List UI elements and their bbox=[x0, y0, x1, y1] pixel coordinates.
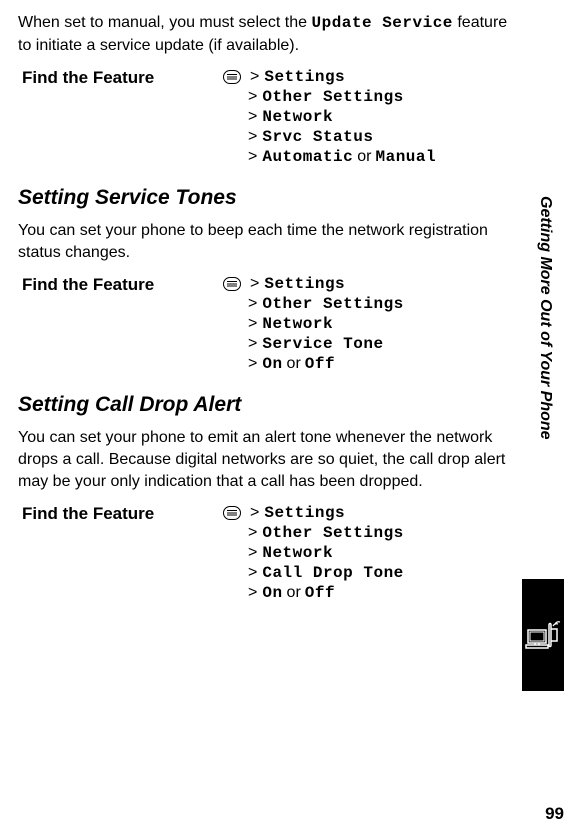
path-item: Manual bbox=[376, 148, 437, 166]
gt-separator: > bbox=[248, 108, 257, 126]
gt-separator: > bbox=[248, 128, 257, 146]
path-item: Automatic bbox=[262, 148, 353, 166]
intro-mono: Update Service bbox=[311, 14, 452, 32]
path-line: > Network bbox=[223, 108, 508, 126]
section-heading-call-drop: Setting Call Drop Alert bbox=[18, 393, 508, 417]
side-chapter-label: Getting More Out of Your Phone bbox=[534, 196, 554, 566]
section-body-call-drop: You can set your phone to emit an alert … bbox=[18, 427, 508, 492]
gt-separator: > bbox=[248, 295, 257, 313]
path-item: Settings bbox=[264, 504, 345, 522]
intro-paragraph: When set to manual, you must select the … bbox=[18, 12, 508, 56]
path-item: On bbox=[262, 355, 282, 373]
feature-block-1: Find the Feature > Settings > Other Sett… bbox=[18, 68, 508, 168]
gt-separator: > bbox=[250, 504, 259, 522]
path-or: or bbox=[287, 584, 301, 602]
intro-text-before: When set to manual, you must select the bbox=[18, 14, 311, 31]
path-line: > Call Drop Tone bbox=[223, 564, 508, 582]
feature-label: Find the Feature bbox=[18, 68, 223, 168]
path-line: > Settings bbox=[223, 275, 508, 293]
path-line: > Other Settings bbox=[223, 88, 508, 106]
path-line: > Other Settings bbox=[223, 295, 508, 313]
path-item: Settings bbox=[264, 275, 345, 293]
path-line: > Network bbox=[223, 315, 508, 333]
path-line: > Automatic or Manual bbox=[223, 148, 508, 166]
path-line: > Srvc Status bbox=[223, 128, 508, 146]
gt-separator: > bbox=[248, 564, 257, 582]
gt-separator: > bbox=[248, 544, 257, 562]
path-or: or bbox=[357, 148, 371, 166]
menu-icon bbox=[223, 277, 241, 291]
path-item: Network bbox=[262, 108, 333, 126]
menu-icon bbox=[223, 506, 241, 520]
section-body-service-tones: You can set your phone to beep each time… bbox=[18, 220, 508, 263]
computer-phone-icon bbox=[525, 617, 561, 653]
gt-separator: > bbox=[250, 275, 259, 293]
path-item: Call Drop Tone bbox=[262, 564, 403, 582]
feature-block-2: Find the Feature > Settings > Other Sett… bbox=[18, 275, 508, 375]
feature-label: Find the Feature bbox=[18, 275, 223, 375]
path-line: > On or Off bbox=[223, 584, 508, 602]
menu-icon bbox=[223, 70, 241, 84]
feature-path-1: > Settings > Other Settings > Network > … bbox=[223, 68, 508, 168]
section-heading-service-tones: Setting Service Tones bbox=[18, 186, 508, 210]
path-line: > Settings bbox=[223, 68, 508, 86]
path-line: > Service Tone bbox=[223, 335, 508, 353]
gt-separator: > bbox=[248, 88, 257, 106]
path-line: > Settings bbox=[223, 504, 508, 522]
feature-block-3: Find the Feature > Settings > Other Sett… bbox=[18, 504, 508, 604]
path-item: Off bbox=[305, 355, 335, 373]
gt-separator: > bbox=[248, 524, 257, 542]
gt-separator: > bbox=[248, 148, 257, 166]
path-item: Other Settings bbox=[262, 88, 403, 106]
path-item: Network bbox=[262, 315, 333, 333]
path-item: Off bbox=[305, 584, 335, 602]
gt-separator: > bbox=[248, 335, 257, 353]
path-item: Srvc Status bbox=[262, 128, 373, 146]
side-tab: Getting More Out of Your Phone bbox=[522, 196, 564, 691]
path-line: > Other Settings bbox=[223, 524, 508, 542]
path-item: Other Settings bbox=[262, 524, 403, 542]
path-item: Network bbox=[262, 544, 333, 562]
path-or: or bbox=[287, 355, 301, 373]
gt-separator: > bbox=[248, 355, 257, 373]
path-item: On bbox=[262, 584, 282, 602]
feature-label: Find the Feature bbox=[18, 504, 223, 604]
path-item: Settings bbox=[264, 68, 345, 86]
gt-separator: > bbox=[250, 68, 259, 86]
gt-separator: > bbox=[248, 584, 257, 602]
path-line: > On or Off bbox=[223, 355, 508, 373]
path-line: > Network bbox=[223, 544, 508, 562]
feature-path-2: > Settings > Other Settings > Network > … bbox=[223, 275, 508, 375]
gt-separator: > bbox=[248, 315, 257, 333]
page-number: 99 bbox=[545, 804, 564, 824]
path-item: Other Settings bbox=[262, 295, 403, 313]
side-icon-box bbox=[522, 579, 564, 691]
feature-path-3: > Settings > Other Settings > Network > … bbox=[223, 504, 508, 604]
path-item: Service Tone bbox=[262, 335, 383, 353]
